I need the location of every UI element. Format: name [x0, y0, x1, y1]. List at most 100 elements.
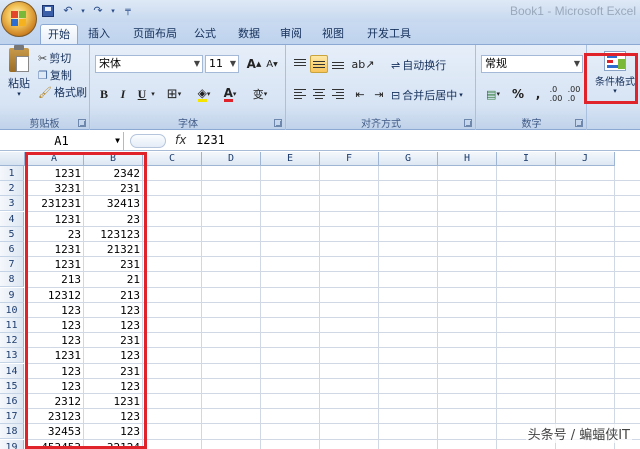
redo-dropdown[interactable]: ▾ [110, 3, 116, 18]
window-title: Book1 - Microsoft Excel [509, 4, 636, 18]
ribbon-tabs: 开始 插入 页面布局 公式 数据 审阅 视图 开发工具 [0, 22, 640, 44]
insert-function-button[interactable]: fx [175, 133, 186, 147]
increase-decimal-button[interactable]: .0.00 [547, 85, 565, 103]
tab-developer[interactable]: 开发工具 [364, 24, 414, 44]
phonetic-button[interactable]: 变 ▾ [251, 85, 269, 103]
font-group: 宋体 ▼ 11 ▼ A ▲ A ▼ B I U ▾ ⊞ ▾ ◈ ▾ A ▾ 变 ▾ 字体 [91, 45, 286, 130]
copy-button[interactable]: ❐ 复制 [38, 67, 72, 83]
merge-center-label: 合并后居中 [402, 89, 458, 102]
row-header-1[interactable]: 1 [0, 166, 24, 181]
font-size-select[interactable]: 11 ▼ [205, 55, 239, 73]
save-icon [42, 4, 54, 17]
alignment-launcher-icon[interactable] [464, 119, 472, 127]
column-header-g[interactable]: G [379, 152, 438, 166]
row-header-8[interactable]: 8 [0, 272, 24, 288]
cut-button[interactable]: ✂ 剪切 [38, 50, 71, 66]
row-header-7[interactable]: 7 [0, 257, 24, 273]
tab-review[interactable]: 审阅 [276, 24, 306, 44]
paste-button[interactable]: 粘贴 ▾ [5, 45, 33, 104]
font-launcher-icon[interactable] [274, 119, 282, 127]
redo-button[interactable]: ↷ [90, 3, 106, 18]
align-center-button[interactable] [310, 85, 328, 103]
decrease-decimal-button[interactable]: .00.0 [565, 85, 583, 103]
undo-icon: ↶ [63, 4, 73, 17]
customize-qat-button[interactable]: ╤ [120, 3, 136, 18]
highlight-box-conditional-format [584, 53, 638, 104]
grid-line [260, 166, 261, 449]
decrease-indent-button[interactable]: ⇤ [351, 85, 369, 103]
row-header-4[interactable]: 4 [0, 211, 24, 227]
grid-line [378, 166, 379, 449]
bottom-align-button[interactable] [329, 55, 347, 73]
borders-icon: ⊞ [166, 86, 178, 102]
row-header-10[interactable]: 10 [0, 302, 24, 318]
office-button[interactable] [1, 1, 37, 37]
tab-page-layout[interactable]: 页面布局 [128, 24, 182, 44]
grid-line [614, 166, 615, 449]
bold-button[interactable]: B [95, 85, 113, 103]
number-launcher-icon[interactable] [575, 119, 583, 127]
undo-dropdown[interactable]: ▾ [80, 3, 86, 18]
select-all-corner[interactable] [0, 152, 25, 166]
column-header-h[interactable]: H [438, 152, 497, 166]
percent-style-button[interactable]: % [509, 85, 527, 103]
row-header-6[interactable]: 6 [0, 242, 24, 257]
borders-button[interactable]: ⊞ ▾ [165, 85, 183, 103]
row-header-2[interactable]: 2 [0, 181, 24, 197]
row-header-5[interactable]: 5 [0, 226, 24, 242]
shrink-font-button[interactable]: A ▼ [263, 55, 281, 73]
row-header-18[interactable]: 18 [0, 424, 24, 440]
row-header-3[interactable]: 3 [0, 196, 24, 212]
underline-dropdown[interactable]: ▾ [149, 85, 157, 103]
row-header-17[interactable]: 17 [0, 409, 24, 425]
title-bar: ↶ ▾ ↷ ▾ ╤ Book1 - Microsoft Excel [0, 0, 640, 22]
wrap-text-button[interactable]: ⇌ 自动换行 [391, 57, 446, 73]
middle-align-button[interactable] [310, 55, 328, 73]
column-header-c[interactable]: C [143, 152, 202, 166]
top-align-button[interactable] [291, 55, 309, 73]
row-header-19[interactable]: 19 [0, 439, 24, 449]
column-header-d[interactable]: D [202, 152, 261, 166]
accounting-format-button[interactable]: ▤ ▾ [481, 85, 505, 103]
format-painter-button[interactable]: 🖌 格式刷 [38, 84, 87, 100]
formula-bar-resize-handle[interactable] [130, 134, 166, 148]
italic-button[interactable]: I [114, 85, 132, 103]
font-color-button[interactable]: A ▾ [221, 85, 239, 103]
comma-style-button[interactable]: , [529, 85, 547, 103]
column-header-f[interactable]: F [320, 152, 379, 166]
undo-button[interactable]: ↶ [60, 3, 76, 18]
row-header-15[interactable]: 15 [0, 378, 24, 394]
merge-center-button[interactable]: ⊟ 合并后居中 ▾ [391, 87, 463, 103]
scissors-icon: ✂ [38, 51, 48, 65]
row-header-13[interactable]: 13 [0, 348, 24, 364]
name-box[interactable]: A1 ▼ [0, 132, 124, 150]
row-header-12[interactable]: 12 [0, 333, 24, 349]
fill-color-button[interactable]: ◈ ▾ [195, 85, 213, 103]
number-format-select[interactable]: 常规 ▼ [481, 55, 583, 73]
increase-indent-button[interactable]: ⇥ [370, 85, 388, 103]
font-size-value: 11 [209, 57, 223, 70]
column-header-i[interactable]: I [497, 152, 556, 166]
tab-formulas[interactable]: 公式 [190, 24, 220, 44]
number-format-value: 常规 [485, 57, 507, 70]
tab-insert[interactable]: 插入 [84, 24, 114, 44]
formula-input[interactable]: 1231 [196, 133, 225, 147]
grow-font-button[interactable]: A ▲ [245, 55, 263, 73]
clipboard-launcher-icon[interactable] [78, 119, 86, 127]
row-header-16[interactable]: 16 [0, 394, 24, 409]
row-header-14[interactable]: 14 [0, 363, 24, 379]
row-header-11[interactable]: 11 [0, 318, 24, 333]
orientation-button[interactable]: ab↗ [351, 55, 375, 73]
cut-label: 剪切 [49, 52, 72, 65]
save-button[interactable] [40, 3, 56, 18]
tab-home[interactable]: 开始 [40, 24, 78, 44]
font-name-select[interactable]: 宋体 ▼ [95, 55, 203, 73]
align-left-button[interactable] [291, 85, 309, 103]
highlight-box-columns-ab [25, 152, 147, 449]
column-header-e[interactable]: E [261, 152, 320, 166]
row-header-9[interactable]: 9 [0, 287, 24, 303]
align-right-button[interactable] [329, 85, 347, 103]
tab-view[interactable]: 视图 [318, 24, 348, 44]
column-header-j[interactable]: J [556, 152, 615, 166]
tab-data[interactable]: 数据 [234, 24, 264, 44]
